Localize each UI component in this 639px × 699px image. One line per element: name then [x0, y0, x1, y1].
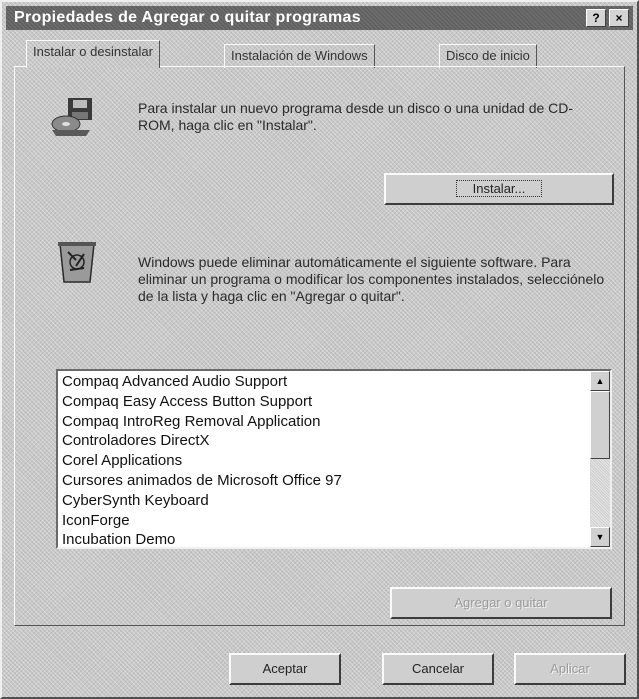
list-item[interactable]: Controladores DirectX	[62, 431, 582, 451]
list-item[interactable]: IconForge	[62, 511, 582, 531]
install-button[interactable]: Instalar...	[384, 173, 614, 205]
scroll-up-button[interactable]: ▲	[590, 371, 610, 391]
arrow-up-icon: ▲	[595, 376, 605, 386]
close-button[interactable]: ×	[609, 9, 629, 27]
tab-label: Disco de inicio	[446, 48, 530, 63]
arrow-down-icon: ▼	[595, 532, 605, 542]
window-title: Propiedades de Agregar o quitar programa…	[14, 9, 361, 26]
list-item[interactable]: Corel Applications	[62, 451, 582, 471]
program-list-items: Compaq Advanced Audio Support Compaq Easy…	[62, 372, 582, 550]
installed-programs-list[interactable]: Compaq Advanced Audio Support Compaq Easy…	[56, 369, 612, 549]
ok-button-label: Aceptar	[262, 661, 308, 676]
tab-label: Instalación de Windows	[231, 48, 368, 63]
list-item[interactable]: Compaq Easy Access Button Support	[62, 392, 582, 412]
cancel-button[interactable]: Cancelar	[382, 653, 494, 685]
install-instructions: Para instalar un nuevo programa desde un…	[138, 100, 574, 133]
help-icon: ?	[592, 11, 600, 25]
help-button[interactable]: ?	[586, 9, 606, 27]
list-item[interactable]: Compaq Advanced Audio Support	[62, 372, 582, 392]
list-item[interactable]: Incubation Demo	[62, 530, 582, 550]
apply-button-label: Aplicar	[550, 661, 590, 676]
list-item[interactable]: Cursores animados de Microsoft Office 97	[62, 471, 582, 491]
ok-button[interactable]: Aceptar	[229, 653, 341, 685]
tab-label: Instalar o desinstalar	[33, 44, 153, 59]
apply-button[interactable]: Aplicar	[514, 653, 626, 685]
close-icon: ×	[615, 11, 623, 25]
tab-install-uninstall[interactable]: Instalar o desinstalar	[26, 40, 160, 68]
add-remove-button-label: Agregar o quitar	[454, 595, 548, 610]
floppy-cd-install-icon	[50, 94, 100, 138]
title-bar[interactable]: Propiedades de Agregar o quitar programa…	[6, 6, 633, 30]
recycle-bin-icon	[54, 236, 100, 286]
scroll-thumb[interactable]	[590, 391, 610, 459]
list-item[interactable]: Compaq IntroReg Removal Application	[62, 412, 582, 432]
install-button-label: Instalar...	[455, 180, 543, 197]
tab-startup-disk[interactable]: Disco de inicio	[439, 44, 537, 68]
add-remove-button[interactable]: Agregar o quitar	[390, 587, 612, 619]
add-remove-programs-dialog: Propiedades de Agregar o quitar programa…	[0, 0, 639, 699]
list-item[interactable]: CyberSynth Keyboard	[62, 491, 582, 511]
cancel-button-label: Cancelar	[411, 661, 465, 676]
tab-windows-setup[interactable]: Instalación de Windows	[224, 44, 375, 68]
remove-instructions: Windows puede eliminar automáticamente e…	[138, 254, 605, 304]
scroll-down-button[interactable]: ▼	[590, 527, 610, 547]
vertical-scrollbar[interactable]: ▲ ▼	[590, 371, 610, 547]
